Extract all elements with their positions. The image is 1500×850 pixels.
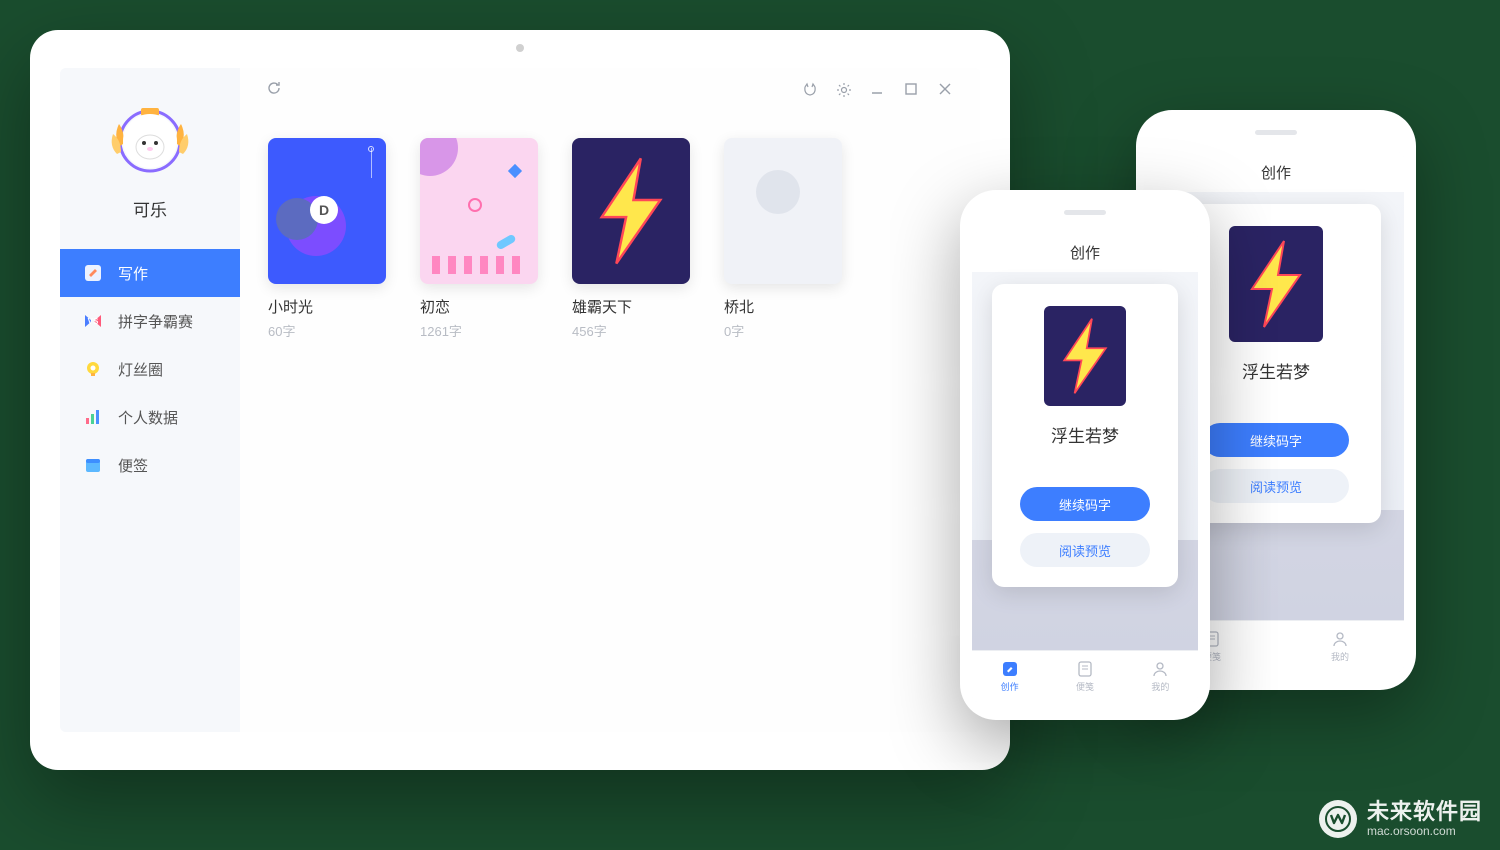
watermark-logo-icon (1319, 800, 1357, 838)
note-icon (82, 454, 104, 476)
book-cover: D (268, 138, 386, 284)
minimize-icon[interactable] (870, 82, 886, 98)
cat-icon[interactable] (802, 82, 818, 98)
sidebar-item-contest[interactable]: VS 拼字争霸赛 (60, 297, 240, 345)
watermark-url: mac.orsoon.com (1367, 825, 1482, 838)
phone-speaker (1255, 130, 1297, 135)
bulb-icon (82, 358, 104, 380)
tab-label: 创作 (1001, 680, 1019, 693)
tab-label: 便笺 (1076, 680, 1094, 693)
sidebar-item-compose[interactable]: 写作 (60, 249, 240, 297)
phone-header: 创作 (1148, 152, 1404, 192)
tab-label: 我的 (1151, 680, 1169, 693)
book-meta: 1261字 (420, 321, 538, 340)
maximize-icon[interactable] (904, 82, 920, 98)
phone-body: 浮生若梦 继续码字 阅读预览 (972, 272, 1198, 650)
compose-tab-icon (1001, 660, 1019, 678)
lightning-icon (1244, 239, 1308, 329)
book-meta: 0字 (724, 321, 842, 340)
continue-writing-button[interactable]: 继续码字 (1020, 487, 1150, 521)
compose-icon (82, 262, 104, 284)
window-topbar (240, 68, 980, 112)
watermark-title: 未来软件园 (1367, 800, 1482, 824)
book-cover (420, 138, 538, 284)
main-area: D 小时光 60字 初恋 1261字 雄霸天下 456字 (240, 68, 980, 732)
featured-book-card: 浮生若梦 继续码字 阅读预览 (992, 284, 1177, 587)
featured-book-title: 浮生若梦 (1051, 422, 1119, 447)
featured-book-cover (1229, 226, 1323, 342)
continue-writing-button[interactable]: 继续码字 (1203, 423, 1350, 457)
sidebar-item-notes[interactable]: 便签 (60, 441, 240, 489)
sidebar-item-label: 拼字争霸赛 (118, 311, 193, 332)
profile-tab-icon (1331, 630, 1349, 648)
svg-text:VS: VS (88, 317, 99, 326)
chart-icon (82, 406, 104, 428)
laptop-frame: 可乐 写作 VS 拼字争霸赛 (30, 30, 1010, 770)
sidebar-item-label: 灯丝圈 (118, 359, 163, 380)
phone-speaker (1064, 210, 1106, 215)
close-icon[interactable] (938, 82, 954, 98)
featured-book-title: 浮生若梦 (1242, 358, 1310, 383)
phone-header: 创作 (972, 232, 1198, 272)
gear-icon[interactable] (836, 82, 852, 98)
featured-book-cover (1044, 306, 1126, 406)
book-meta: 60字 (268, 321, 386, 340)
tab-compose[interactable]: 创作 (972, 651, 1047, 702)
tab-profile[interactable]: 我的 (1123, 651, 1198, 702)
phone-small-frame: 创作 浮生若梦 继续码字 阅读预览 创作 便笺 我 (960, 190, 1210, 720)
sidebar: 可乐 写作 VS 拼字争霸赛 (60, 68, 240, 732)
book-card[interactable]: D 小时光 60字 (268, 138, 386, 706)
tab-notes[interactable]: 便笺 (1047, 651, 1122, 702)
phone-tabbar: 创作 便笺 我的 (972, 650, 1198, 702)
book-card[interactable]: 初恋 1261字 (420, 138, 538, 706)
refresh-icon[interactable] (266, 83, 282, 100)
sidebar-item-stats[interactable]: 个人数据 (60, 393, 240, 441)
notes-tab-icon (1076, 660, 1094, 678)
book-cover (724, 138, 842, 284)
tab-profile[interactable]: 我的 (1276, 621, 1404, 672)
versus-icon: VS (82, 310, 104, 332)
preview-reading-button[interactable]: 阅读预览 (1203, 469, 1350, 503)
cover-badge: D (310, 196, 338, 224)
watermark: 未来软件园 mac.orsoon.com (1319, 800, 1482, 838)
camera-dot (516, 44, 524, 52)
phone-small-screen: 创作 浮生若梦 继续码字 阅读预览 创作 便笺 我 (972, 232, 1198, 702)
book-title: 桥北 (724, 296, 842, 317)
preview-reading-button[interactable]: 阅读预览 (1020, 533, 1150, 567)
tab-label: 我的 (1331, 650, 1349, 663)
lightning-icon (592, 156, 670, 266)
book-title: 小时光 (268, 296, 386, 317)
username: 可乐 (133, 196, 167, 221)
book-title: 雄霸天下 (572, 296, 690, 317)
book-grid: D 小时光 60字 初恋 1261字 雄霸天下 456字 (240, 112, 980, 732)
avatar-image (123, 114, 177, 168)
sidebar-nav: 写作 VS 拼字争霸赛 灯丝圈 (60, 249, 240, 489)
book-card[interactable]: 桥北 0字 (724, 138, 842, 706)
avatar-badge[interactable] (105, 96, 195, 186)
sidebar-item-community[interactable]: 灯丝圈 (60, 345, 240, 393)
sidebar-item-label: 写作 (118, 263, 148, 284)
book-card[interactable]: 雄霸天下 456字 (572, 138, 690, 706)
profile-tab-icon (1151, 660, 1169, 678)
app-window: 可乐 写作 VS 拼字争霸赛 (60, 68, 980, 732)
sidebar-item-label: 便签 (118, 455, 148, 476)
book-title: 初恋 (420, 296, 538, 317)
sidebar-item-label: 个人数据 (118, 407, 178, 428)
lightning-icon (1057, 317, 1113, 395)
book-cover (572, 138, 690, 284)
book-meta: 456字 (572, 321, 690, 340)
